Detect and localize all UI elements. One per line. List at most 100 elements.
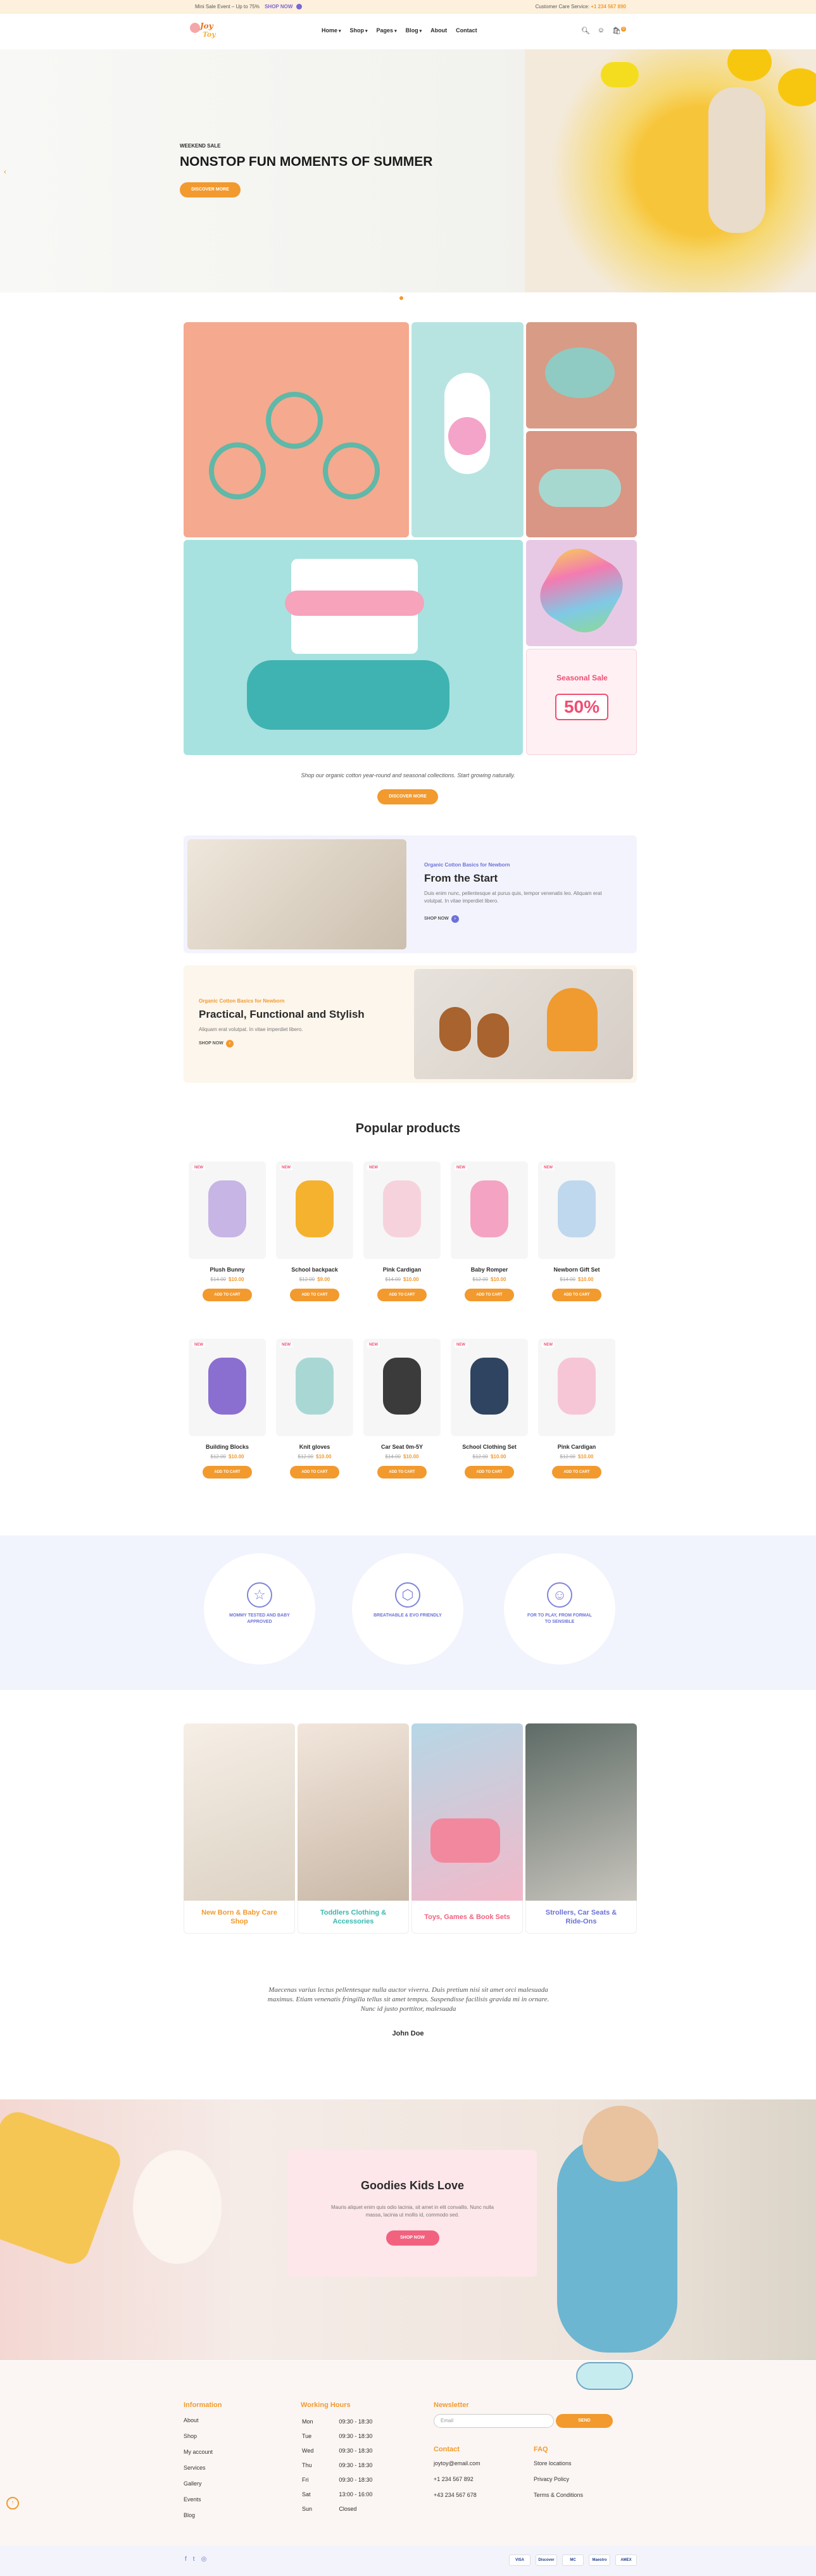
contact-item[interactable]: +1 234 567 892: [434, 2472, 480, 2487]
sale-title: Seasonal Sale: [556, 673, 608, 682]
product-card[interactable]: NEW Plush Bunny $14.00 $10.00 ADD TO CART: [189, 1161, 266, 1301]
product-card[interactable]: NEW Pink Cardigan $14.00 $10.00 ADD TO CART: [363, 1161, 441, 1301]
category-label: Strollers, Car Seats & Ride-Ons: [525, 1901, 637, 1934]
product-card[interactable]: NEW Newborn Gift Set $14.00 $10.00 ADD TO CA…: [538, 1161, 615, 1301]
product-image[interactable]: NEW: [189, 1339, 266, 1436]
payment-visa-icon: VISA: [509, 2554, 530, 2566]
nav-item-home[interactable]: Home ▾: [322, 27, 341, 34]
product-card[interactable]: NEW Knit gloves $12.00 $10.00 ADD TO CART: [276, 1339, 353, 1479]
phone-link[interactable]: +1 234 567 890: [591, 4, 626, 9]
product-image[interactable]: NEW: [451, 1339, 528, 1436]
faq-link[interactable]: Privacy Policy: [534, 2472, 583, 2487]
bunny-plush-tile[interactable]: [411, 322, 524, 537]
product-image[interactable]: NEW: [363, 1339, 441, 1436]
product-name[interactable]: Knit gloves: [276, 1444, 353, 1450]
piggy-bank-tile[interactable]: [526, 322, 637, 428]
hero-kicker: WEEKEND SALE: [180, 143, 221, 149]
faq-link[interactable]: Terms & Conditions: [534, 2487, 583, 2503]
nav-item-contact[interactable]: Contact: [456, 27, 477, 34]
add-to-cart-button[interactable]: ADD TO CART: [552, 1289, 601, 1301]
add-to-cart-button[interactable]: ADD TO CART: [290, 1466, 339, 1479]
add-to-cart-button[interactable]: ADD TO CART: [203, 1289, 252, 1301]
product-name[interactable]: School Clothing Set: [451, 1444, 528, 1450]
category-toys[interactable]: Toys, Games & Book Sets: [411, 1723, 523, 1944]
footer-link[interactable]: Events: [184, 2492, 213, 2508]
product-name[interactable]: Car Seat 0m-5Y: [363, 1444, 441, 1450]
add-to-cart-button[interactable]: ADD TO CART: [203, 1466, 252, 1479]
faq-link[interactable]: Store locations: [534, 2456, 583, 2472]
product-card[interactable]: NEW School backpack $12.00 $9.00 ADD TO CART: [276, 1161, 353, 1301]
footer-link[interactable]: Services: [184, 2460, 213, 2476]
seasonal-sale-tile[interactable]: Seasonal Sale 50%: [526, 649, 637, 755]
tricycle-tile[interactable]: [184, 322, 409, 537]
cart-icon[interactable]: 🛍︎ 0: [612, 27, 626, 35]
product-name[interactable]: Building Blocks: [189, 1444, 266, 1450]
nav-item-blog[interactable]: Blog ▾: [406, 27, 422, 34]
footer-link[interactable]: My account: [184, 2444, 213, 2460]
add-to-cart-button[interactable]: ADD TO CART: [552, 1466, 601, 1479]
toy-car-tile[interactable]: [526, 431, 637, 537]
product-card[interactable]: NEW Building Blocks $12.00 $10.00 ADD TO CAR…: [189, 1339, 266, 1479]
product-name[interactable]: Baby Romper: [451, 1266, 528, 1273]
product-name[interactable]: Pink Cardigan: [363, 1266, 441, 1273]
product-image[interactable]: NEW: [538, 1161, 615, 1259]
add-to-cart-button[interactable]: ADD TO CART: [377, 1289, 427, 1301]
new-badge: NEW: [367, 1165, 380, 1170]
info-links: About Shop My account Services Gallery Events…: [184, 2413, 213, 2523]
grid-discover-button[interactable]: DISCOVER MORE: [377, 789, 438, 804]
product-image[interactable]: NEW: [276, 1339, 353, 1436]
chevron-left-icon[interactable]: ‹: [4, 167, 6, 176]
product-card[interactable]: NEW Baby Romper $12.00 $10.00 ADD TO CART: [451, 1161, 528, 1301]
facebook-icon[interactable]: f: [185, 2556, 187, 2563]
nav-item-pages[interactable]: Pages ▾: [377, 27, 397, 34]
product-image[interactable]: NEW: [189, 1161, 266, 1259]
add-to-cart-button[interactable]: ADD TO CART: [290, 1289, 339, 1301]
newsletter-email-input[interactable]: Email: [434, 2414, 554, 2428]
add-to-cart-button[interactable]: ADD TO CART: [377, 1466, 427, 1479]
pop-it-tile[interactable]: [526, 540, 637, 646]
add-to-cart-button[interactable]: ADD TO CART: [465, 1289, 514, 1301]
shop-now-link[interactable]: SHOP NOW ›: [424, 915, 459, 923]
product-name[interactable]: School backpack: [276, 1266, 353, 1273]
promo-shop-now-link[interactable]: SHOP NOW: [265, 4, 292, 9]
footer-link[interactable]: Blog: [184, 2508, 213, 2523]
product-price: $14.00 $10.00: [560, 1277, 594, 1282]
newsletter-send-button[interactable]: SEND: [556, 2414, 613, 2428]
product-image[interactable]: NEW: [451, 1161, 528, 1259]
twitter-icon[interactable]: t: [193, 2556, 195, 2563]
nav-item-shop[interactable]: Shop ▾: [350, 27, 368, 34]
footer-link[interactable]: Shop: [184, 2429, 213, 2444]
product-name[interactable]: Newborn Gift Set: [538, 1266, 615, 1273]
product-card[interactable]: NEW Car Seat 0m-5Y $14.00 $10.00 ADD TO CART: [363, 1339, 441, 1479]
product-card[interactable]: NEW Pink Cardigan $12.00 $10.00 ADD TO CART: [538, 1339, 615, 1479]
category-toddlers[interactable]: Toddlers Clothing & Accessories: [298, 1723, 409, 1944]
toy-van-tile[interactable]: [184, 540, 523, 755]
contact-item[interactable]: +43 234 567 678: [434, 2487, 480, 2503]
nav-item-about[interactable]: About: [430, 27, 447, 34]
footer-link[interactable]: About: [184, 2413, 213, 2429]
banner-shop-button[interactable]: SHOP NOW: [386, 2230, 439, 2246]
product-name[interactable]: Pink Cardigan: [538, 1444, 615, 1450]
product-price: $12.00 $10.00: [210, 1454, 244, 1460]
category-image: [525, 1723, 637, 1901]
scroll-top-button[interactable]: ↑: [6, 2497, 19, 2510]
shop-now-link[interactable]: SHOP NOW ›: [199, 1040, 234, 1047]
hero-discover-button[interactable]: DISCOVER MORE: [180, 182, 241, 197]
footer-link[interactable]: Gallery: [184, 2476, 213, 2492]
user-icon[interactable]: ☺: [598, 27, 605, 35]
product-image[interactable]: NEW: [538, 1339, 615, 1436]
payment-maestro-icon: Maestro: [589, 2554, 610, 2566]
contact-item[interactable]: joytoy@email.com: [434, 2456, 480, 2472]
search-icon[interactable]: 🔍︎: [581, 27, 590, 35]
instagram-icon[interactable]: ◎: [201, 2556, 207, 2563]
product-image[interactable]: NEW: [363, 1161, 441, 1259]
category-newborn[interactable]: New Born & Baby Care Shop: [184, 1723, 295, 1944]
product-name[interactable]: Plush Bunny: [189, 1266, 266, 1273]
slider-dot-active[interactable]: [399, 296, 403, 300]
product-card[interactable]: NEW School Clothing Set $12.00 $10.00 ADD TO…: [451, 1339, 528, 1479]
faq-heading: FAQ: [534, 2446, 548, 2453]
logo[interactable]: Joy Toy: [189, 19, 227, 44]
category-strollers[interactable]: Strollers, Car Seats & Ride-Ons: [525, 1723, 637, 1944]
product-image[interactable]: NEW: [276, 1161, 353, 1259]
add-to-cart-button[interactable]: ADD TO CART: [465, 1466, 514, 1479]
